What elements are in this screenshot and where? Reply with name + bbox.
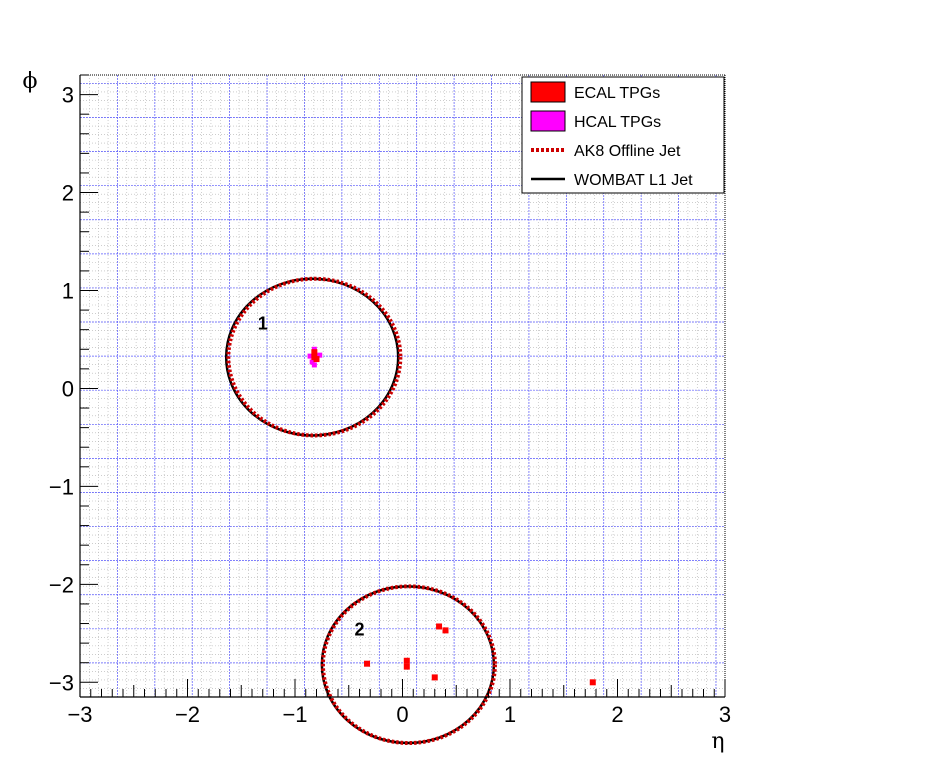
x-axis-title: η — [711, 729, 724, 754]
x-tick-label: −3 — [67, 702, 92, 727]
legend-hcal-swatch — [530, 110, 566, 132]
x-tick-label: −2 — [175, 702, 200, 727]
ecal-tpg — [431, 674, 438, 681]
ecal-tpg — [403, 657, 410, 664]
hcal-tpg — [311, 362, 317, 368]
y-tick-label: −2 — [49, 572, 74, 597]
y-tick-label: −1 — [49, 474, 74, 499]
ecal-tpg — [403, 663, 410, 670]
y-tick-label: 3 — [62, 83, 74, 108]
x-tick-label: 0 — [396, 702, 408, 727]
canvas-background — [0, 0, 948, 775]
y-tick-label: 2 — [62, 181, 74, 206]
jet-number-label: 1 — [258, 314, 268, 334]
legend-hcal-label: HCAL TPGs — [574, 114, 661, 131]
x-tick-label: 1 — [504, 702, 516, 727]
legend-wombat-label: WOMBAT L1 Jet — [574, 172, 693, 189]
x-tick-label: 2 — [611, 702, 623, 727]
legend-ecal-swatch — [530, 81, 566, 103]
legend: ECAL TPGs HCAL TPGs AK8 Offline Jet WOMBAT … — [521, 76, 725, 194]
legend-ecal-label: ECAL TPGs — [574, 85, 660, 102]
y-tick-label: 0 — [62, 376, 74, 401]
x-tick-label: −1 — [282, 702, 307, 727]
ecal-tpg — [589, 679, 596, 686]
ecal-tpg — [436, 623, 443, 630]
eta-phi-event-display: 1 2 −3 −2 −1 0 1 2 3 −3 −2 −1 0 1 2 3 ECAL TPGs HCAL TP… — [0, 0, 948, 775]
x-tick-label: 3 — [719, 702, 731, 727]
y-tick-label: 1 — [62, 278, 74, 303]
legend-ak8-label: AK8 Offline Jet — [574, 143, 681, 160]
ecal-tpg — [313, 356, 320, 363]
ecal-tpg — [442, 627, 449, 634]
ecal-tpg — [364, 660, 371, 667]
y-tick-label: −3 — [49, 670, 74, 695]
ecal-tpg — [311, 349, 318, 356]
jet-number-label: 2 — [354, 619, 364, 639]
y-axis-title: ϕ — [23, 69, 38, 94]
